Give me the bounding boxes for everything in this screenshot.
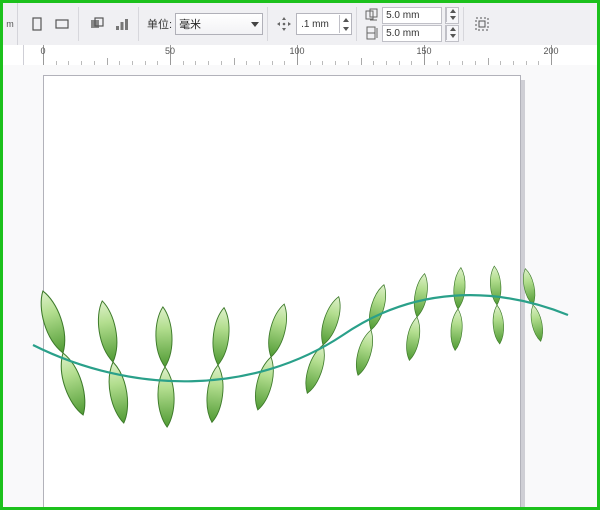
- units-label: 单位:: [147, 16, 172, 32]
- nudge-spinner[interactable]: .1 mm: [296, 13, 352, 35]
- duplicate-x-field[interactable]: 5.0 mm: [382, 7, 442, 24]
- nudge-offset-icon: [274, 12, 294, 36]
- ruler-label: 50: [165, 46, 175, 56]
- dup-x-increment[interactable]: [446, 8, 458, 15]
- duplicate-y-icon: [365, 26, 379, 40]
- units-dropdown[interactable]: 毫米: [175, 13, 263, 35]
- nudge-value: .1 mm: [301, 19, 329, 30]
- duplicate-y-value: 5.0 mm: [386, 28, 419, 39]
- treat-as-filled-button[interactable]: [85, 12, 109, 36]
- horizontal-ruler[interactable]: 0 50 100 150 200: [3, 45, 597, 66]
- duplicate-y-field[interactable]: 5.0 mm: [382, 25, 442, 42]
- drawing-canvas[interactable]: [3, 65, 597, 507]
- bounds-group: [466, 7, 498, 41]
- dup-y-decrement[interactable]: [446, 33, 458, 40]
- app-frame: m: [0, 0, 600, 510]
- ruler-scale: 0 50 100 150 200: [23, 45, 597, 65]
- chevron-down-icon: [251, 22, 259, 27]
- units-value: 毫米: [179, 16, 201, 32]
- units-group: 单位: 毫米: [141, 7, 268, 41]
- duplicate-x-value: 5.0 mm: [386, 10, 419, 21]
- dup-x-decrement[interactable]: [446, 15, 458, 22]
- page-orientation-group: [21, 7, 79, 41]
- portrait-button[interactable]: [25, 12, 49, 36]
- page: [43, 75, 521, 507]
- duplicate-distance-group: 5.0 mm 5.0 mm: [359, 7, 464, 41]
- ruler-label: 200: [543, 46, 558, 56]
- landscape-button[interactable]: [50, 12, 74, 36]
- toolbar-left-fragment: m: [3, 3, 18, 45]
- ruler-label: 100: [289, 46, 304, 56]
- nudge-group: .1 mm: [270, 7, 357, 41]
- dup-y-increment[interactable]: [446, 26, 458, 33]
- ruler-origin[interactable]: [3, 45, 24, 65]
- object-bounds-button[interactable]: [470, 12, 494, 36]
- ruler-label: 150: [416, 46, 431, 56]
- duplicate-x-icon: [365, 8, 379, 22]
- property-bar: 单位: 毫米 .1 mm: [3, 3, 597, 46]
- align-distribute-button[interactable]: [110, 12, 134, 36]
- fill-mode-group: [81, 7, 139, 41]
- nudge-increment[interactable]: [339, 15, 351, 24]
- nudge-decrement[interactable]: [339, 24, 351, 33]
- ruler-label: 0: [40, 46, 45, 56]
